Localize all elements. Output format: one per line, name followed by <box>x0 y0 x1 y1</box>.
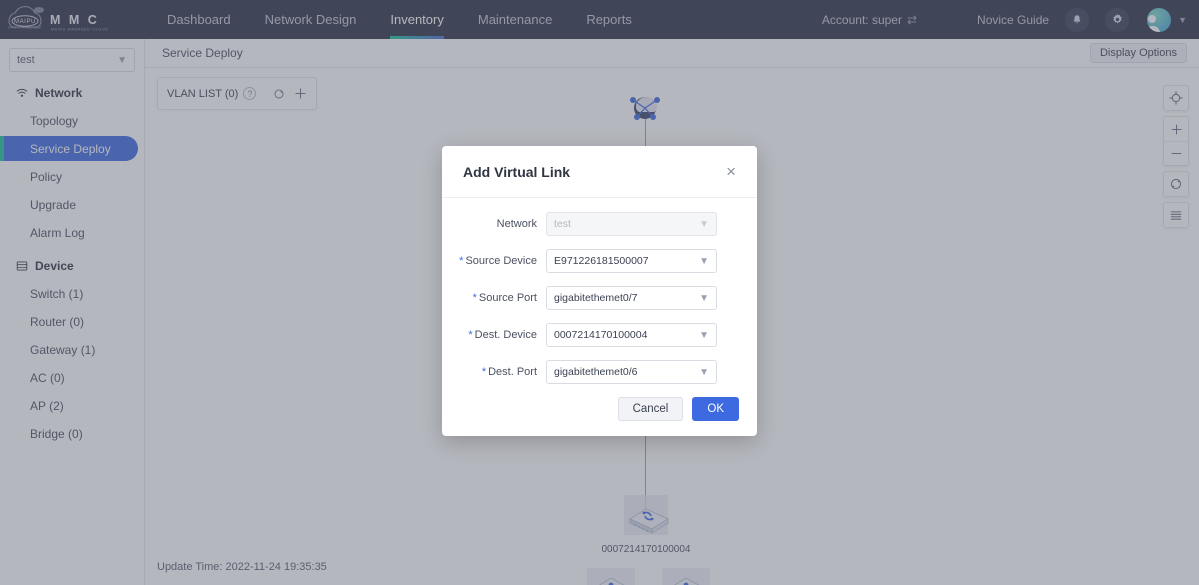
source-device-value: E971226181500007 <box>554 255 649 267</box>
chevron-down-icon: ▼ <box>699 292 709 304</box>
chevron-down-icon: ▼ <box>699 218 709 230</box>
form-row-network: Network test ▼ <box>442 212 735 236</box>
dest-port-value: gigabitethemet0/6 <box>554 366 638 378</box>
source-port-select[interactable]: gigabitethemet0/7 ▼ <box>546 286 717 310</box>
field-label-source-port: * Source Port <box>472 292 537 304</box>
network-field-value: test <box>554 218 571 230</box>
network-field: test ▼ <box>546 212 717 236</box>
dest-device-value: 0007214170100004 <box>554 329 648 341</box>
source-device-select[interactable]: E971226181500007 ▼ <box>546 249 717 273</box>
dialog-title: Add Virtual Link <box>463 163 571 180</box>
dest-device-select[interactable]: 0007214170100004 ▼ <box>546 323 717 347</box>
form-row-source-port: * Source Port gigabitethemet0/7 ▼ <box>442 286 735 310</box>
source-port-value: gigabitethemet0/7 <box>554 292 638 304</box>
app-root: MAIPU MAKE IT INTELLIGENT M M C MAIPU MA… <box>0 0 1199 585</box>
dialog-header: Add Virtual Link × <box>442 146 757 198</box>
field-label-network: Network <box>496 218 537 230</box>
ok-button[interactable]: OK <box>692 397 739 421</box>
add-virtual-link-dialog: Add Virtual Link × Network test ▼ * Sourc… <box>442 146 757 436</box>
required-marker: * <box>459 255 464 267</box>
form-row-source-device: * Source Device E971226181500007 ▼ <box>442 249 735 273</box>
chevron-down-icon: ▼ <box>699 329 709 341</box>
form-row-dest-port: * Dest. Port gigabitethemet0/6 ▼ <box>442 360 735 384</box>
chevron-down-icon: ▼ <box>699 366 709 378</box>
dialog-footer: Cancel OK <box>442 382 757 436</box>
required-marker: * <box>472 292 477 304</box>
field-label-source-device: * Source Device <box>459 255 537 267</box>
field-label-dest-device: * Dest. Device <box>468 329 537 341</box>
required-marker: * <box>481 366 487 378</box>
form-row-dest-device: * Dest. Device 0007214170100004 ▼ <box>442 323 735 347</box>
required-marker: * <box>468 329 473 341</box>
cancel-button[interactable]: Cancel <box>617 397 684 421</box>
close-icon[interactable]: × <box>726 163 736 180</box>
dialog-body: Network test ▼ * Source Device E971226181… <box>442 198 757 384</box>
chevron-down-icon: ▼ <box>699 255 709 267</box>
dest-port-select[interactable]: gigabitethemet0/6 ▼ <box>546 360 717 384</box>
field-label-dest-port: * Dest. Port <box>481 366 537 378</box>
